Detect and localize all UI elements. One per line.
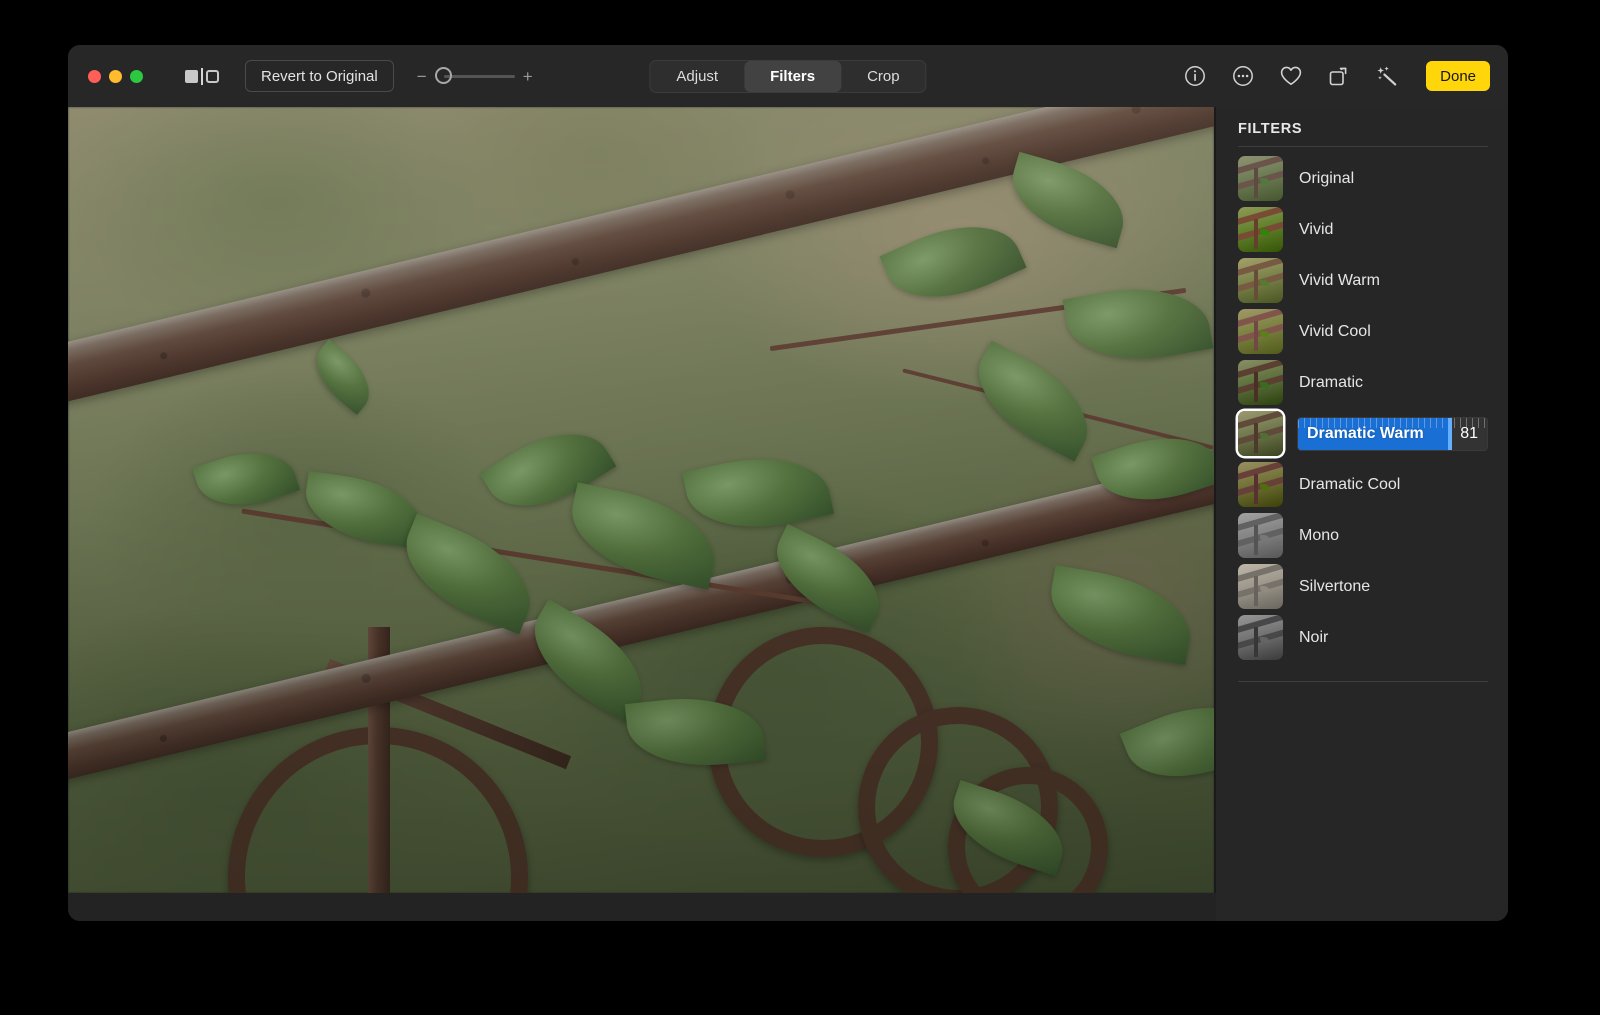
filters-title-divider [1238,146,1488,147]
window-titlebar: Revert to Original − + Adjust Filters Cr… [68,45,1508,107]
split-view-outline-square [206,69,219,83]
photo-image [68,107,1214,893]
minimize-window-button[interactable] [109,69,122,83]
filter-thumbnail [1238,564,1283,609]
more-options-icon[interactable] [1230,63,1256,89]
filters-sidebar: FILTERS Original Vivid Vivid Warm Vivid … [1216,107,1508,921]
filter-intensity-slider-thumb[interactable] [1448,417,1453,450]
split-view-divider [201,67,203,85]
filter-row-dramatic-cool[interactable]: Dramatic Cool [1238,459,1488,510]
edit-mode-segmented-control[interactable]: Adjust Filters Crop [649,60,927,93]
zoom-out-icon[interactable]: − [416,68,428,85]
zoom-slider-track-wrap[interactable] [434,67,515,85]
rotate-icon[interactable] [1326,63,1352,89]
filter-intensity-value: 81 [1460,424,1478,442]
filter-thumbnail [1238,309,1283,354]
filter-label: Vivid Cool [1299,322,1371,340]
filter-row-silvertone[interactable]: Silvertone [1238,561,1488,612]
photo-canvas[interactable] [68,107,1214,893]
info-icon[interactable] [1182,63,1208,89]
filter-row-noir[interactable]: Noir [1238,612,1488,663]
filter-label: Dramatic [1299,373,1364,391]
tab-adjust[interactable]: Adjust [650,61,744,92]
tab-filters[interactable]: Filters [744,61,842,92]
close-window-button[interactable] [88,69,101,83]
filter-row-vivid-warm[interactable]: Vivid Warm [1238,255,1488,306]
filter-label: Silvertone [1299,577,1371,595]
done-button[interactable]: Done [1426,61,1490,91]
filter-thumbnail [1238,207,1283,252]
photos-editor-window: Revert to Original − + Adjust Filters Cr… [68,45,1508,921]
filter-thumbnail [1238,462,1283,507]
done-button-label: Done [1440,67,1476,85]
filter-row-dramatic-warm[interactable]: Dramatic Warm 81 [1238,408,1488,459]
split-view-icon[interactable] [185,67,219,85]
filter-label: Vivid Warm [1299,271,1380,289]
filter-thumbnail [1238,258,1283,303]
filter-row-original[interactable]: Original [1238,153,1488,204]
filter-label: Mono [1299,526,1340,544]
filter-thumbnail [1238,156,1283,201]
filter-row-mono[interactable]: Mono [1238,510,1488,561]
filter-label: Noir [1299,628,1329,646]
filter-label: Original [1299,169,1355,187]
toolbar-right-tools: Done [1182,59,1490,93]
zoom-slider-track [443,74,515,78]
screen: Revert to Original − + Adjust Filters Cr… [0,0,1600,1015]
filter-thumbnail [1238,513,1283,558]
filter-thumbnail-selected [1238,411,1283,456]
filter-label-selected: Dramatic Warm [1307,424,1424,442]
traffic-lights [88,69,143,83]
tab-crop[interactable]: Crop [841,61,926,92]
split-view-filled-square [185,69,198,83]
filter-row-dramatic[interactable]: Dramatic [1238,357,1488,408]
filter-thumbnail [1238,615,1283,660]
photo-haze-overlay [68,107,1214,893]
filters-panel-title: FILTERS [1238,121,1303,137]
auto-enhance-wand-icon[interactable] [1374,63,1400,89]
filter-thumbnail [1238,360,1283,405]
zoom-in-icon[interactable]: + [522,68,534,85]
filters-bottom-divider [1238,681,1488,682]
filter-label: Vivid [1299,220,1334,238]
revert-to-original-button[interactable]: Revert to Original [245,60,394,92]
revert-to-original-label: Revert to Original [261,67,378,85]
zoom-window-button[interactable] [130,69,143,83]
editor-content: FILTERS Original Vivid Vivid Warm Vivid … [68,107,1508,921]
filter-label: Dramatic Cool [1299,475,1401,493]
filter-row-vivid-cool[interactable]: Vivid Cool [1238,306,1488,357]
zoom-slider-knob[interactable] [434,67,452,84]
filter-intensity-slider[interactable]: Dramatic Warm 81 [1297,416,1488,451]
filter-row-vivid[interactable]: Vivid [1238,204,1488,255]
zoom-slider-control[interactable]: − + [416,67,534,85]
favorite-heart-icon[interactable] [1278,63,1304,89]
